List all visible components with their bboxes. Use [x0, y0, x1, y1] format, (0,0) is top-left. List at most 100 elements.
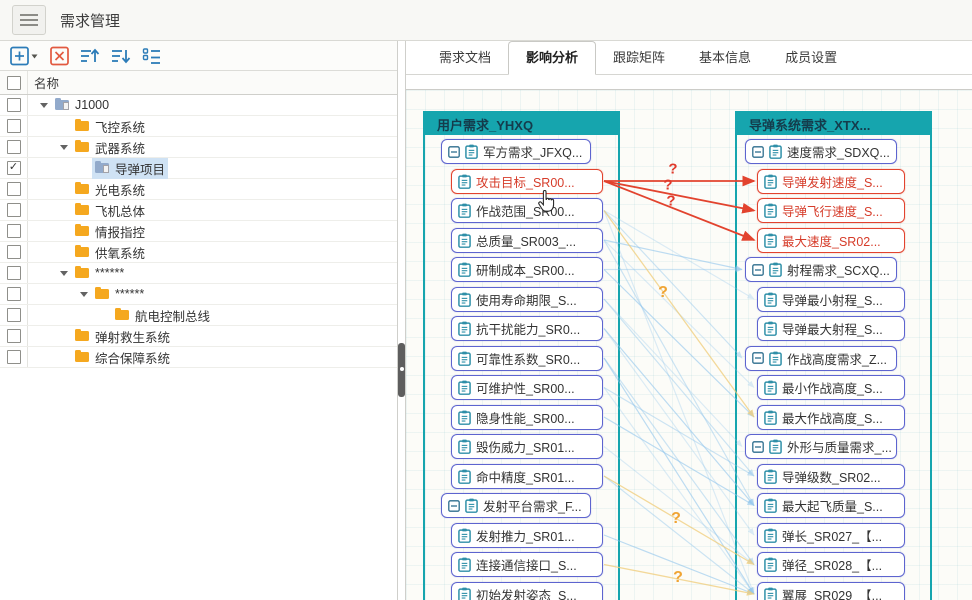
expand-arrow-icon[interactable]: [56, 271, 72, 276]
requirement-node[interactable]: 毁伤威力_SR01...: [451, 434, 603, 459]
tree-row[interactable]: 光电系统: [0, 179, 397, 200]
tree-item[interactable]: 情报指控: [72, 221, 148, 242]
requirement-node[interactable]: 作战高度需求_Z...: [745, 346, 897, 371]
requirement-node[interactable]: 连接通信接口_S...: [451, 552, 603, 577]
requirement-node[interactable]: 射程需求_SCXQ...: [745, 257, 897, 282]
requirement-node[interactable]: 可维护性_SR00...: [451, 375, 603, 400]
tree-item-label: ******: [95, 266, 124, 280]
tree-item[interactable]: ******: [72, 265, 127, 281]
tab-需求文档[interactable]: 需求文档: [422, 42, 508, 74]
requirement-node[interactable]: 最小作战高度_S...: [757, 375, 905, 400]
requirement-node[interactable]: 最大速度_SR02...: [757, 228, 905, 253]
tree-row[interactable]: 供氧系统: [0, 242, 397, 263]
requirement-node[interactable]: 军方需求_JFXQ...: [441, 139, 591, 164]
checklist-icon-button[interactable]: [142, 46, 162, 66]
requirement-node[interactable]: 研制成本_SR00...: [451, 257, 603, 282]
row-checkbox[interactable]: [7, 308, 21, 322]
tree-row[interactable]: 弹射救生系统: [0, 326, 397, 347]
requirement-node[interactable]: 最大作战高度_S...: [757, 405, 905, 430]
tree-row[interactable]: 情报指控: [0, 221, 397, 242]
requirement-node[interactable]: 速度需求_SDXQ...: [745, 139, 897, 164]
requirement-node[interactable]: 导弹发射速度_S...: [757, 169, 905, 194]
tree-item[interactable]: 光电系统: [72, 179, 148, 200]
row-checkbox[interactable]: [7, 266, 21, 280]
tree-row[interactable]: ******: [0, 284, 397, 305]
document-icon: [764, 410, 777, 425]
select-all-checkbox[interactable]: [7, 76, 21, 90]
row-checkbox[interactable]: [7, 245, 21, 259]
expand-arrow-icon[interactable]: [56, 145, 72, 150]
collapse-icon[interactable]: [752, 264, 764, 276]
collapse-icon[interactable]: [752, 352, 764, 364]
requirement-node[interactable]: 发射推力_SR01...: [451, 523, 603, 548]
expand-arrow-icon[interactable]: [76, 292, 92, 297]
sort-up-icon-button[interactable]: [80, 46, 100, 66]
tree-item[interactable]: 武器系统: [72, 137, 148, 158]
tree-item[interactable]: 飞机总体: [72, 200, 148, 221]
tab-成员设置[interactable]: 成员设置: [768, 42, 854, 74]
tree-row[interactable]: 飞机总体: [0, 200, 397, 221]
tree-row[interactable]: 综合保障系统: [0, 347, 397, 368]
row-checkbox[interactable]: [7, 350, 21, 364]
add-icon-button[interactable]: [10, 46, 39, 66]
tree-item[interactable]: 航电控制总线: [112, 305, 213, 326]
tree-item[interactable]: J1000: [52, 97, 112, 113]
tree-row[interactable]: 武器系统: [0, 137, 397, 158]
row-checkbox[interactable]: [7, 98, 21, 112]
requirement-node[interactable]: 导弹飞行速度_S...: [757, 198, 905, 223]
row-checkbox[interactable]: [7, 140, 21, 154]
selected-tree-item[interactable]: 导弹项目: [92, 158, 168, 179]
requirement-node[interactable]: 总质量_SR003_...: [451, 228, 603, 253]
row-checkbox[interactable]: [7, 119, 21, 133]
tree-item-label: 综合保障系统: [95, 348, 170, 367]
hamburger-menu-icon[interactable]: [12, 5, 46, 35]
row-checkbox[interactable]: [7, 287, 21, 301]
tree-row[interactable]: J1000: [0, 95, 397, 116]
tree-item[interactable]: ******: [92, 286, 147, 302]
tree-item[interactable]: 综合保障系统: [72, 347, 173, 368]
tree-row[interactable]: 航电控制总线: [0, 305, 397, 326]
row-checkbox[interactable]: [7, 224, 21, 238]
collapse-icon[interactable]: [752, 441, 764, 453]
expand-arrow-icon[interactable]: [36, 103, 52, 108]
row-checkbox[interactable]: [7, 182, 21, 196]
tree-item[interactable]: 供氧系统: [72, 242, 148, 263]
tab-影响分析[interactable]: 影响分析: [508, 41, 596, 75]
requirement-node[interactable]: 隐身性能_SR00...: [451, 405, 603, 430]
collapse-icon[interactable]: [448, 146, 460, 158]
requirement-node[interactable]: 弹径_SR028_【...: [757, 552, 905, 577]
requirement-node[interactable]: 导弹最大射程_S...: [757, 316, 905, 341]
left-group-header[interactable]: 用户需求_YHXQ: [425, 113, 618, 135]
requirement-node[interactable]: 最大起飞质量_S...: [757, 493, 905, 518]
tree-row[interactable]: ✓ 导弹项目: [0, 158, 397, 179]
row-checkbox[interactable]: [7, 203, 21, 217]
tree-item[interactable]: 弹射救生系统: [72, 326, 173, 347]
delete-icon-button[interactable]: [50, 46, 69, 66]
collapse-icon[interactable]: [752, 146, 764, 158]
node-label: 可靠性系数_SR0...: [476, 349, 580, 368]
requirement-node[interactable]: 可靠性系数_SR0...: [451, 346, 603, 371]
requirement-node[interactable]: 导弹级数_SR02...: [757, 464, 905, 489]
requirement-node[interactable]: 翼展_SR029_【...: [757, 582, 905, 600]
requirement-node[interactable]: 命中精度_SR01...: [451, 464, 603, 489]
sort-down-icon-button[interactable]: [111, 46, 131, 66]
tree-item[interactable]: 飞控系统: [72, 116, 148, 137]
requirement-node[interactable]: 作战范围_SR00...: [451, 198, 603, 223]
tab-跟踪矩阵[interactable]: 跟踪矩阵: [596, 42, 682, 74]
row-checkbox[interactable]: [7, 329, 21, 343]
requirement-node[interactable]: 初始发射姿态_S...: [451, 582, 603, 600]
requirement-node[interactable]: 弹长_SR027_【...: [757, 523, 905, 548]
requirement-node[interactable]: 攻击目标_SR00...: [451, 169, 603, 194]
row-checkbox[interactable]: ✓: [7, 161, 21, 175]
tree-row[interactable]: ******: [0, 263, 397, 284]
requirement-node[interactable]: 抗干扰能力_SR0...: [451, 316, 603, 341]
right-group-header[interactable]: 导弹系统需求_XTX...: [737, 113, 930, 135]
requirement-node[interactable]: 发射平台需求_F...: [441, 493, 591, 518]
tree-row[interactable]: 飞控系统: [0, 116, 397, 137]
splitter-drag-handle[interactable]: [398, 343, 405, 397]
requirement-node[interactable]: 使用寿命期限_S...: [451, 287, 603, 312]
tab-基本信息[interactable]: 基本信息: [682, 42, 768, 74]
collapse-icon[interactable]: [448, 500, 460, 512]
requirement-node[interactable]: 外形与质量需求_...: [745, 434, 897, 459]
requirement-node[interactable]: 导弹最小射程_S...: [757, 287, 905, 312]
